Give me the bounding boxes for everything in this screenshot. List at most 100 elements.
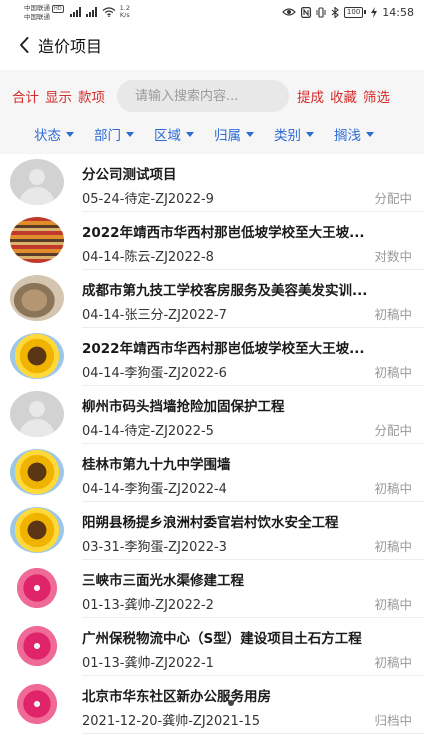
project-meta: 04-14-待定-ZJ2022-5	[82, 424, 214, 439]
project-meta: 04-14-李狗蛋-ZJ2022-6	[82, 366, 227, 381]
speed-unit: K/s	[119, 11, 130, 19]
section-divider	[0, 146, 424, 154]
project-list-item[interactable]: 三峡市三面光水渠修建工程 01-13-龚帅-ZJ2022-2 初稿中	[0, 560, 424, 618]
charging-icon	[371, 6, 378, 18]
project-avatar	[10, 565, 64, 611]
battery-level: 100	[343, 6, 364, 18]
list-divider	[82, 733, 424, 734]
project-list-item[interactable]: 阳朔县杨提乡浪洲村委官岩村饮水安全工程 03-31-李狗蛋-ZJ2022-3 初稿中	[0, 502, 424, 560]
filter-bar: 状态 部门 区域 归属 类别 搁浅	[0, 122, 424, 146]
project-avatar	[10, 507, 64, 553]
project-title: 成都市第九技工学校客房服务及美容美发实训...	[82, 283, 368, 299]
project-title: 分公司测试项目	[82, 167, 177, 183]
project-list-item[interactable]: 北京市华东社区新办公服务用房 2021-12-20-龚帅-ZJ2021-15 归档中	[0, 676, 424, 734]
project-status: 分配中	[374, 423, 412, 438]
page-title: 造价项目	[38, 37, 103, 56]
project-status: 初稿中	[374, 307, 412, 322]
filter-label: 类别	[274, 128, 301, 144]
caret-down-icon	[306, 131, 314, 137]
chevron-left-icon	[20, 37, 29, 53]
project-list-item[interactable]: 分公司测试项目 05-24-待定-ZJ2022-9 分配中	[0, 154, 424, 212]
filter-region[interactable]: 区域	[154, 124, 194, 144]
project-title: 三峡市三面光水渠修建工程	[82, 573, 244, 589]
project-meta: 04-14-李狗蛋-ZJ2022-4	[82, 482, 227, 497]
hd-badge: HD	[52, 4, 64, 13]
project-status: 初稿中	[374, 365, 412, 380]
caret-down-icon	[66, 131, 74, 137]
project-list-item[interactable]: 柳州市码头挡墙抢险加固保护工程 04-14-待定-ZJ2022-5 分配中	[0, 386, 424, 444]
project-status: 初稿中	[374, 481, 412, 496]
project-status: 初稿中	[374, 655, 412, 670]
project-list-item[interactable]: 桂林市第九十九中学围墙 04-14-李狗蛋-ZJ2022-4 初稿中	[0, 444, 424, 502]
project-meta: 03-31-李狗蛋-ZJ2022-3	[82, 540, 227, 555]
payment-button[interactable]: 款项	[78, 86, 105, 106]
project-title: 广州保税物流中心（S型）建设项目土石方工程	[82, 631, 362, 647]
project-status: 对数中	[374, 249, 412, 264]
nfc-icon	[300, 6, 311, 18]
caret-down-icon	[246, 131, 254, 137]
bluetooth-icon	[331, 6, 339, 18]
project-list-item[interactable]: 2022年靖西市华西村那岜低坡学校至大王坡... 04-14-陈云-ZJ2022-…	[0, 212, 424, 270]
display-button[interactable]: 显示	[45, 86, 72, 106]
caret-down-icon	[126, 131, 134, 137]
project-meta: 2021-12-20-龚帅-ZJ2021-15	[82, 714, 260, 729]
network-speed: 1.2 K/s	[120, 5, 130, 19]
avatar-head	[29, 169, 45, 185]
vibrate-icon	[316, 6, 326, 18]
caret-down-icon	[186, 131, 194, 137]
filter-ownership[interactable]: 归属	[214, 124, 254, 144]
project-title: 阳朔县杨提乡浪洲村委官岩村饮水安全工程	[82, 515, 339, 531]
filter-label: 搁浅	[334, 128, 361, 144]
project-list: 分公司测试项目 05-24-待定-ZJ2022-9 分配中 2022年靖西市华西村那岜…	[0, 154, 424, 734]
filter-category[interactable]: 类别	[274, 124, 314, 144]
project-title: 2022年靖西市华西村那岜低坡学校至大王坡...	[82, 341, 365, 357]
project-avatar	[10, 159, 64, 205]
project-meta: 05-24-待定-ZJ2022-9	[82, 192, 214, 207]
filter-button[interactable]: 筛选	[363, 86, 390, 106]
avatar-head	[29, 401, 45, 417]
project-title: 2022年靖西市华西村那岜低坡学校至大王坡...	[82, 225, 365, 241]
project-meta: 01-13-龚帅-ZJ2022-2	[82, 598, 214, 613]
search-input[interactable]	[117, 80, 289, 112]
project-title: 北京市华东社区新办公服务用房	[82, 689, 271, 705]
eye-icon	[282, 8, 296, 16]
project-status: 分配中	[374, 191, 412, 206]
project-title: 桂林市第九十九中学围墙	[82, 457, 231, 473]
filter-shelved[interactable]: 搁浅	[334, 124, 374, 144]
scroll-indicator	[228, 700, 234, 706]
signal-icon	[69, 7, 81, 17]
project-list-item[interactable]: 成都市第九技工学校客房服务及美容美发实训... 04-14-张三分-ZJ2022-…	[0, 270, 424, 328]
project-list-item[interactable]: 广州保税物流中心（S型）建设项目土石方工程 01-13-龚帅-ZJ2022-1 初稿…	[0, 618, 424, 676]
project-meta: 04-14-陈云-ZJ2022-8	[82, 250, 214, 265]
back-button[interactable]	[14, 33, 34, 57]
carrier-2: 中国联通	[24, 12, 50, 21]
filter-label: 区域	[154, 128, 181, 144]
favorite-button[interactable]: 收藏	[330, 86, 357, 106]
avatar-shoulder	[19, 187, 55, 205]
filter-label: 归属	[214, 128, 241, 144]
project-status: 初稿中	[374, 539, 412, 554]
project-avatar	[10, 217, 64, 263]
project-status: 初稿中	[374, 597, 412, 612]
filter-label: 部门	[94, 128, 121, 144]
project-avatar	[10, 623, 64, 669]
status-right: 100 14:58	[282, 6, 414, 19]
app-header: 造价项目	[0, 26, 424, 64]
project-avatar	[10, 333, 64, 379]
clock: 14:58	[382, 5, 414, 19]
project-list-item[interactable]: 2022年靖西市华西村那岜低坡学校至大王坡... 04-14-李狗蛋-ZJ2022…	[0, 328, 424, 386]
caret-down-icon	[366, 131, 374, 137]
project-avatar	[10, 391, 64, 437]
carrier-info: 中国联通 HD 中国联通	[24, 4, 64, 21]
project-avatar	[10, 275, 64, 321]
avatar-shoulder	[19, 419, 55, 437]
status-bar: 中国联通 HD 中国联通 1.2 K/s 100 14:58	[0, 0, 424, 24]
project-meta: 01-13-龚帅-ZJ2022-1	[82, 656, 214, 671]
filter-label: 状态	[34, 128, 61, 144]
toolbar: 合计 显示 款项 提成 收藏 筛选	[0, 70, 424, 122]
carrier-1: 中国联通	[24, 3, 50, 12]
filter-status[interactable]: 状态	[34, 124, 74, 144]
total-button[interactable]: 合计	[12, 86, 39, 106]
submit-button[interactable]: 提成	[297, 86, 324, 106]
filter-department[interactable]: 部门	[94, 124, 134, 144]
